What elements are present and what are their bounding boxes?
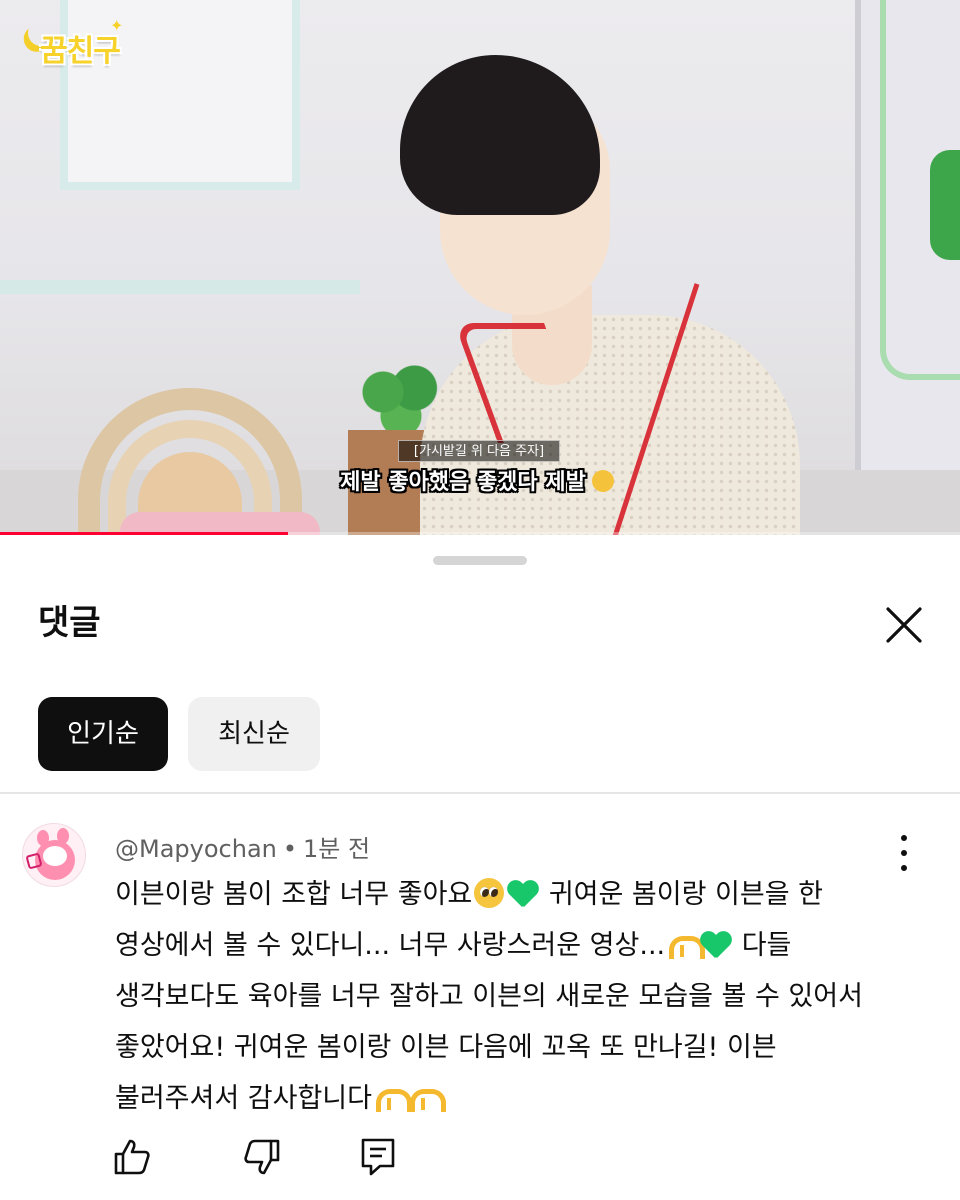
logo-text: 꿈친구 [40, 34, 121, 69]
sort-chip-popular[interactable]: 인기순 [38, 697, 168, 771]
divider [0, 792, 960, 794]
subtitle-main: 제발 좋아했음 좋겠다 제발 [322, 466, 632, 500]
comment-author[interactable]: @Mapyochan [115, 835, 277, 863]
reply-icon [361, 1138, 395, 1176]
plant [930, 150, 960, 260]
heart-hands-emoji-icon [408, 1082, 446, 1112]
heart-hands-emoji-icon [667, 929, 706, 959]
sort-chip-newest[interactable]: 최신순 [188, 697, 320, 771]
more-vert-icon [901, 835, 907, 841]
comments-sheet: 댓글 인기순 최신순 @Mapyochan • 1분 전 이븐이랑 봄이 조합 너무… [0, 537, 960, 1200]
heart-hands-emoji-icon [374, 1082, 412, 1112]
star-icon: ✦ [110, 16, 124, 35]
thumbs-up-icon [114, 1139, 150, 1175]
comment-line: 영상에서 볼 수 있다니... 너무 사랑스러운 영상... [115, 930, 666, 961]
channel-logo: 꿈친구 ✦ [28, 14, 130, 72]
progress-bar[interactable] [0, 532, 960, 535]
comment-line: 이븐이랑 봄이 조합 너무 좋아요 [115, 879, 473, 910]
like-button[interactable] [110, 1135, 154, 1179]
comment-meta: @Mapyochan • 1분 전 [115, 829, 370, 864]
sheet-title: 댓글 [38, 603, 101, 643]
subtitle-text: 제발 좋아했음 좋겠다 제발 [340, 470, 586, 495]
reply-button[interactable] [356, 1135, 400, 1179]
dislike-button[interactable] [240, 1135, 284, 1179]
more-options-button[interactable] [884, 833, 924, 873]
close-icon [886, 607, 922, 643]
comment-line: 좋았어요! 귀여운 봄이랑 이븐 다음에 꼬옥 또 만나길! 이븐 [115, 1032, 777, 1063]
progress-fill [0, 532, 288, 535]
wall-rail [0, 280, 360, 294]
comment-line: 귀여운 봄이랑 이븐을 한 [540, 879, 823, 910]
comment-time: 1분 전 [303, 835, 371, 863]
comment-text: 이븐이랑 봄이 조합 너무 좋아요 귀여운 봄이랑 이븐을 한 영상에서 볼 수… [115, 869, 905, 1124]
person [400, 55, 820, 535]
close-button[interactable] [876, 597, 932, 653]
pleading-face-emoji-icon [474, 878, 505, 908]
green-heart-emoji-icon [701, 929, 731, 959]
drag-handle[interactable] [433, 556, 527, 565]
confounded-face-emoji-icon [591, 470, 614, 492]
thumbs-down-icon [244, 1139, 280, 1175]
comment-line: 생각보다도 육아를 너무 잘하고 이븐의 새로운 모습을 볼 수 있어서 [115, 981, 863, 1012]
subtitle-tag: [가시밭길 위 다음 주자] [398, 440, 560, 462]
comment-line: 불러주셔서 감사합니다 [115, 1083, 372, 1114]
avatar[interactable] [22, 823, 86, 887]
green-heart-emoji-icon [508, 878, 538, 908]
comment-line: 다들 [733, 930, 792, 961]
separator-dot: • [282, 835, 298, 863]
video-player[interactable]: 꿈친구 ✦ [가시밭길 위 다음 주자] 제발 좋아했음 좋겠다 제발 [0, 0, 960, 535]
